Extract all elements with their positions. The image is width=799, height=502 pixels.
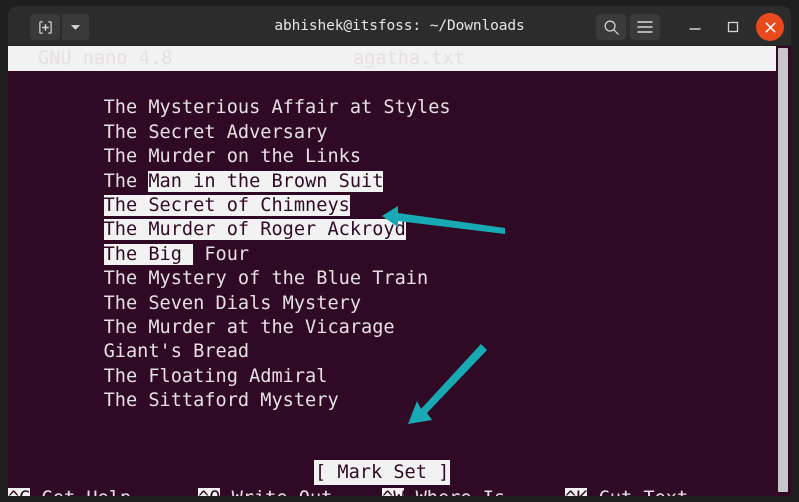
line-plain: The Murder on the Links xyxy=(103,146,362,168)
nano-filename-label: agatha.txt xyxy=(353,48,465,69)
line-plain: Giant's Bread xyxy=(103,341,250,363)
maximize-button[interactable] xyxy=(718,14,748,40)
shortcut-key: ^G xyxy=(8,488,31,496)
line-tail: Four xyxy=(193,243,250,265)
line-plain: The Mystery of the Blue Train xyxy=(103,268,429,290)
search-icon[interactable] xyxy=(596,14,626,40)
terminal-scrollbar[interactable] xyxy=(776,46,791,496)
nano-text-buffer[interactable]: The Mysterious Affair at Styles The Secr… xyxy=(14,72,774,411)
shortcut-get-help[interactable]: ^G Get Help xyxy=(8,486,131,496)
new-terminal-icon[interactable] xyxy=(30,14,60,40)
shortcut-row-1: ^G Get Help ^O Write Out ^W Where Is ^K … xyxy=(8,486,776,496)
line-plain: The xyxy=(103,170,149,192)
close-button[interactable] xyxy=(756,13,784,41)
minimize-button[interactable] xyxy=(680,14,710,40)
nano-status-message: [ Mark Set ] xyxy=(314,460,451,485)
shortcut-label: Write Out xyxy=(220,488,333,496)
scrollbar-thumb[interactable] xyxy=(778,48,788,492)
line-plain: The Sittaford Mystery xyxy=(103,390,339,412)
chevron-down-icon[interactable] xyxy=(62,14,89,40)
window-titlebar: abhishek@itsfoss: ~/Downloads xyxy=(8,6,791,46)
selected-text: The Big xyxy=(103,243,182,265)
text-line: The Mysterious Affair at Styles xyxy=(14,72,774,118)
selected-text: The Secret of Chimneys xyxy=(103,194,350,216)
shortcut-write-out[interactable]: ^O Write Out xyxy=(198,486,332,496)
window-title: abhishek@itsfoss: ~/Downloads xyxy=(274,18,525,34)
line-plain: The Secret Adversary xyxy=(103,121,328,143)
nano-version-label: GNU nano 4.8 xyxy=(38,48,173,69)
text-cursor xyxy=(181,243,194,265)
line-plain: The Murder at the Vicarage xyxy=(103,316,395,338)
terminal-content-area[interactable]: GNU nano 4.8 agatha.txt The Mysterious A… xyxy=(8,46,791,496)
hamburger-menu-icon[interactable] xyxy=(630,14,660,40)
shortcut-key: ^W xyxy=(382,488,405,496)
shortcut-label: Cut Text xyxy=(587,488,689,496)
shortcut-where-is[interactable]: ^W Where Is xyxy=(382,486,505,496)
shortcut-label: Get Help xyxy=(30,488,132,496)
line-plain: The Floating Admiral xyxy=(103,365,328,387)
line-plain: The Mysterious Affair at Styles xyxy=(103,97,451,119)
nano-header-bar: GNU nano 4.8 agatha.txt xyxy=(8,46,776,71)
terminal-window: abhishek@itsfoss: ~/Downloads GNU nano 4… xyxy=(0,0,799,502)
shortcut-key: ^K xyxy=(565,488,588,496)
nano-shortcut-bar: ^G Get Help ^O Write Out ^W Where Is ^K … xyxy=(8,486,776,496)
selected-text: Man in the Brown Suit xyxy=(148,170,384,192)
shortcut-label: Where Is xyxy=(404,488,506,496)
selected-text: The Murder of Roger Ackroyd xyxy=(103,219,406,241)
line-plain: The Seven Dials Mystery xyxy=(103,292,362,314)
shortcut-cut-text[interactable]: ^K Cut Text xyxy=(565,486,688,496)
shortcut-key: ^O xyxy=(198,488,221,496)
